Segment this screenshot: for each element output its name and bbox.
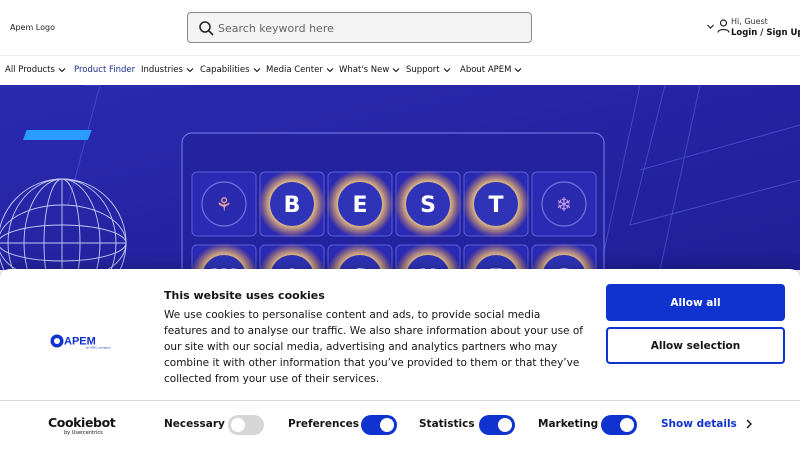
- account-greeting: Hi, Guest: [731, 17, 768, 26]
- reindeer-icon: ⚘: [215, 194, 232, 216]
- allow-all-button[interactable]: Allow all: [606, 284, 785, 321]
- nav-item-label: Industries: [141, 65, 183, 75]
- nav-item-label: All Products: [5, 65, 55, 75]
- toggle-knob: [380, 418, 394, 432]
- nav-item-capabilities[interactable]: Capabilities: [200, 65, 261, 75]
- main-nav: All Products Product Finder Industries C…: [0, 57, 800, 85]
- nav-item-all-products[interactable]: All Products: [5, 65, 66, 75]
- chevron-down-icon: [707, 24, 714, 29]
- allow-selection-button[interactable]: Allow selection: [606, 327, 785, 364]
- cookiebot-logo-sub: by Usercentrics: [64, 430, 103, 436]
- hero-illustration: ⚘BEST❄WISHES: [0, 85, 800, 270]
- cookie-consent-dialog: APEM an IDEC company This website uses c…: [0, 269, 800, 450]
- hero-banner[interactable]: ⚘BEST❄WISHES: [0, 85, 800, 270]
- marketing-toggle[interactable]: [601, 415, 637, 435]
- show-details-link[interactable]: Show details: [661, 418, 752, 430]
- toggle-label-preferences: Preferences: [288, 418, 360, 430]
- chevron-down-icon: [326, 68, 334, 73]
- cookiebot-logo[interactable]: Cookiebot by Usercentrics: [48, 415, 116, 439]
- cookiebot-logo-text: Cookiebot: [48, 415, 116, 430]
- accent-bar: [22, 130, 92, 140]
- keypad-graphic: ⚘BEST❄WISHES: [181, 132, 605, 270]
- show-details-label: Show details: [661, 418, 737, 430]
- preferences-toggle[interactable]: [361, 415, 397, 435]
- chevron-down-icon: [253, 68, 260, 73]
- apem-logo: APEM an IDEC company: [50, 334, 111, 350]
- necessary-toggle: [228, 415, 264, 435]
- key-letter: E: [352, 193, 367, 218]
- divider: [0, 400, 800, 401]
- search-bar[interactable]: [187, 12, 532, 43]
- apem-logo-tagline: an IDEC company: [86, 346, 111, 350]
- toggle-label-statistics: Statistics: [419, 418, 475, 430]
- nav-item-label: About APEM: [460, 65, 512, 75]
- toggle-label-marketing: Marketing: [538, 418, 599, 430]
- nav-item-label: Capabilities: [200, 65, 250, 75]
- chevron-down-icon: [58, 68, 66, 73]
- search-icon[interactable]: [198, 20, 214, 36]
- key-letter: T: [488, 193, 503, 218]
- user-icon: [717, 19, 730, 33]
- nav-item-media-center[interactable]: Media Center: [266, 65, 334, 75]
- chevron-down-icon: [392, 68, 400, 73]
- nav-item-label: What's New: [339, 65, 390, 75]
- statistics-toggle[interactable]: [479, 415, 515, 435]
- login-signup-link[interactable]: Login / Sign Up: [731, 28, 800, 38]
- nav-item-label: Media Center: [266, 65, 323, 75]
- chevron-down-icon: [186, 68, 194, 73]
- nav-item-product-finder[interactable]: Product Finder: [74, 65, 135, 75]
- nav-item-label: Product Finder: [74, 65, 136, 75]
- chevron-right-icon: [746, 419, 752, 429]
- nav-item-whats-new[interactable]: What's New: [339, 65, 400, 75]
- cookie-title: This website uses cookies: [164, 289, 325, 302]
- nav-item-industries[interactable]: Industries: [141, 65, 194, 75]
- key-letter: S: [420, 193, 436, 218]
- toggle-label-necessary: Necessary: [164, 418, 225, 430]
- nav-item-support[interactable]: Support: [406, 65, 451, 75]
- chevron-down-icon: [515, 68, 522, 73]
- chevron-down-icon: [443, 68, 450, 73]
- cookie-description: We use cookies to personalise content an…: [164, 309, 583, 385]
- toggle-knob: [498, 418, 512, 432]
- nav-item-about-apem[interactable]: About APEM: [460, 65, 522, 75]
- toggle-knob: [231, 418, 245, 432]
- site-header: Apem Logo Hi, Guest Login / Sign Up: [0, 0, 800, 56]
- account-menu[interactable]: Hi, Guest Login / Sign Up: [706, 15, 800, 43]
- key-letter: B: [284, 193, 301, 218]
- site-logo[interactable]: Apem Logo: [10, 23, 55, 32]
- snowflake-icon: ❄: [556, 194, 572, 216]
- nav-item-label: Support: [406, 65, 440, 75]
- search-input[interactable]: [218, 19, 518, 37]
- toggle-knob: [620, 418, 634, 432]
